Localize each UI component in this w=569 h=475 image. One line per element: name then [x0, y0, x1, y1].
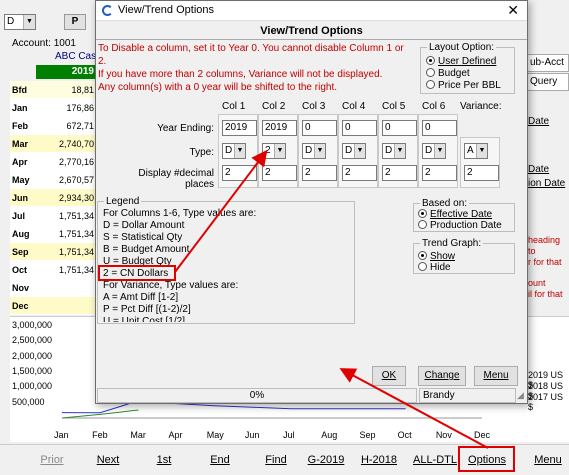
arrow-from-options — [339, 368, 489, 449]
annotation-arrows — [174, 149, 489, 449]
arrow-to-col2-type — [174, 149, 268, 273]
